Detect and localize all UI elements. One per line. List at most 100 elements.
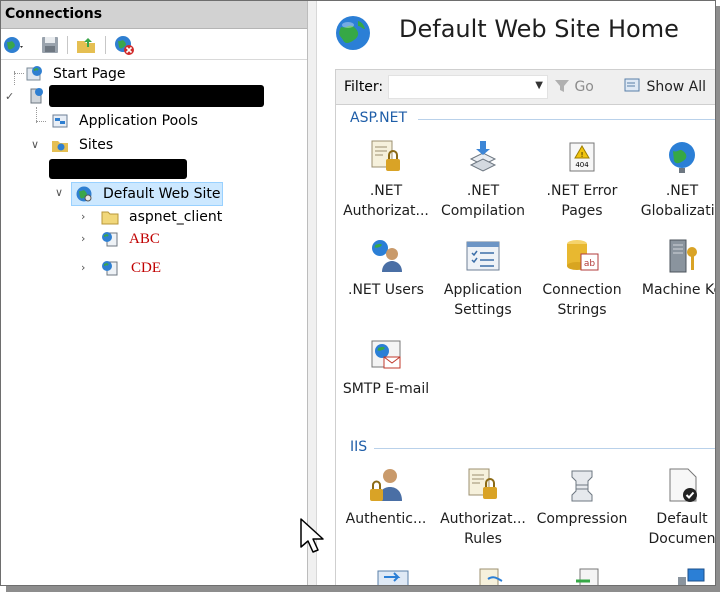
feature-default-document[interactable]: Default Documen <box>632 465 715 549</box>
application-settings-icon <box>466 241 500 271</box>
directory-browsing-icon[interactable] <box>376 567 410 586</box>
net-compilation-icon <box>469 141 497 172</box>
feature-net-globalization[interactable]: .NET Globalizatio <box>632 137 716 221</box>
show-all-button[interactable]: Show All <box>624 70 706 104</box>
feature-label: Globalizatio <box>640 203 716 219</box>
tree-node-server[interactable]: ✓ <box>1 85 301 107</box>
page-title: Default Web Site Home <box>399 15 679 43</box>
feature-label: Authentic... <box>345 511 427 527</box>
redacted-server-name <box>49 85 264 107</box>
show-all-label: Show All <box>646 79 707 95</box>
tree-node-cde[interactable]: › CDE <box>1 257 301 279</box>
feature-label: .NET <box>369 183 403 199</box>
feature-label: .NET <box>665 183 699 199</box>
smtp-email-icon <box>371 340 401 369</box>
group-divider <box>374 448 715 449</box>
feature-connection-strings[interactable]: ab Connection Strings <box>532 236 632 320</box>
chevron-down-icon[interactable]: ∨ <box>55 182 63 204</box>
failed-request-tracing-icon[interactable] <box>572 567 606 586</box>
feature-machine-key[interactable]: Machine Ke <box>632 236 716 300</box>
feature-label: Strings <box>557 302 607 318</box>
tree-label: Default Web Site <box>103 186 221 202</box>
tree-node-application-pools[interactable]: Application Pools <box>1 110 301 132</box>
chevron-down-icon[interactable]: ✓ <box>5 86 14 108</box>
go-label: Go <box>574 79 594 95</box>
compression-icon <box>571 470 593 502</box>
tree-node-start-page[interactable]: Start Page <box>1 63 301 85</box>
group-header-aspnet: ASP.NET <box>350 110 408 126</box>
toolbar-separator <box>67 36 68 54</box>
tree-node-aspnet-client[interactable]: › aspnet_client <box>1 206 301 228</box>
folder-icon <box>101 211 119 225</box>
chevron-right-icon[interactable]: › <box>81 257 85 279</box>
feature-label: .NET Users <box>348 282 424 298</box>
tree-node-default-web-site[interactable]: ∨ Default Web Site <box>1 182 301 206</box>
feature-label: Connection <box>542 282 622 298</box>
application-pools-icon <box>52 114 68 128</box>
handler-mappings-icon[interactable] <box>672 567 706 586</box>
feature-authorization-rules[interactable]: Authorizat... Rules <box>433 465 533 549</box>
server-icon <box>30 88 43 104</box>
chevron-right-icon[interactable]: › <box>81 206 85 228</box>
feature-authentication[interactable]: Authentic... <box>336 465 436 529</box>
tree-label: aspnet_client <box>129 209 223 225</box>
website-globe-icon <box>76 186 92 202</box>
toolbar-separator <box>105 36 106 54</box>
tree-label: Application Pools <box>79 113 198 129</box>
feature-smtp-email[interactable]: SMTP E-mail <box>336 335 436 399</box>
net-error-pages-icon: ! 404 <box>569 142 595 172</box>
connections-toolbar <box>1 30 307 60</box>
connection-strings-icon: ab <box>567 240 599 271</box>
tree-label: Start Page <box>53 66 126 82</box>
iis-manager-window: Connections Start Page ✓ Application Poo… <box>0 0 716 586</box>
website-globe-icon <box>336 16 370 50</box>
feature-application-settings[interactable]: Application Settings <box>433 236 533 320</box>
default-document-icon <box>669 468 697 502</box>
features-content: ASP.NET .NET Authorizat... .NET Compilat… <box>335 105 716 586</box>
up-folder-icon[interactable] <box>75 34 97 56</box>
filter-label: Filter: <box>344 79 384 95</box>
window-shadow <box>6 586 720 592</box>
pane-splitter[interactable] <box>307 1 317 585</box>
start-page-icon <box>26 66 42 81</box>
feature-net-authorization[interactable]: .NET Authorizat... <box>336 137 436 221</box>
feature-label: Machine Ke <box>641 282 716 298</box>
dropdown-arrow-icon[interactable]: ▼ <box>535 80 543 91</box>
feature-label: Rules <box>464 531 502 547</box>
feature-label: Compilation <box>440 203 526 219</box>
connections-header: Connections <box>1 1 307 29</box>
web-application-icon <box>102 232 118 247</box>
mouse-cursor-icon <box>300 518 324 553</box>
funnel-icon <box>555 80 569 92</box>
chevron-down-icon[interactable]: ∨ <box>31 134 39 156</box>
feature-net-users[interactable]: .NET Users <box>336 236 436 300</box>
error-pages-icon[interactable] <box>474 567 508 586</box>
connections-tree: Start Page ✓ Application Pools ∨ Sites ∨… <box>1 61 307 581</box>
svg-text:!: ! <box>581 151 584 159</box>
save-icon[interactable] <box>39 34 61 56</box>
tree-node-sites[interactable]: ∨ Sites <box>1 134 301 156</box>
net-authorization-icon <box>371 140 400 171</box>
redacted-site-name <box>49 159 187 179</box>
group-header-iis: IIS <box>350 439 368 455</box>
tree-node-abc[interactable]: › ABC <box>1 228 301 250</box>
chevron-right-icon[interactable]: › <box>81 228 85 250</box>
tree-label: CDE <box>131 260 161 276</box>
filter-bar: Filter: ▼ Go Show All <box>335 69 715 105</box>
feature-label: Authorizat... <box>343 203 429 219</box>
connect-globe-icon[interactable] <box>3 34 25 56</box>
feature-label: Pages <box>561 203 603 219</box>
authorization-rules-icon <box>468 468 497 499</box>
features-view: Default Web Site Home Filter: ▼ Go Show … <box>317 1 716 586</box>
go-button[interactable]: Go <box>554 70 594 104</box>
filter-input[interactable]: ▼ <box>388 75 548 99</box>
group-divider <box>418 119 715 120</box>
feature-net-compilation[interactable]: .NET Compilation <box>433 137 533 221</box>
feature-label: Compression <box>536 511 628 527</box>
disconnect-icon[interactable] <box>113 34 135 56</box>
feature-compression[interactable]: Compression <box>532 465 632 529</box>
feature-net-error-pages[interactable]: ! 404 .NET Error Pages <box>532 137 632 221</box>
sites-folder-icon <box>52 141 68 152</box>
feature-label: .NET <box>466 183 500 199</box>
tree-label: Sites <box>79 137 114 153</box>
